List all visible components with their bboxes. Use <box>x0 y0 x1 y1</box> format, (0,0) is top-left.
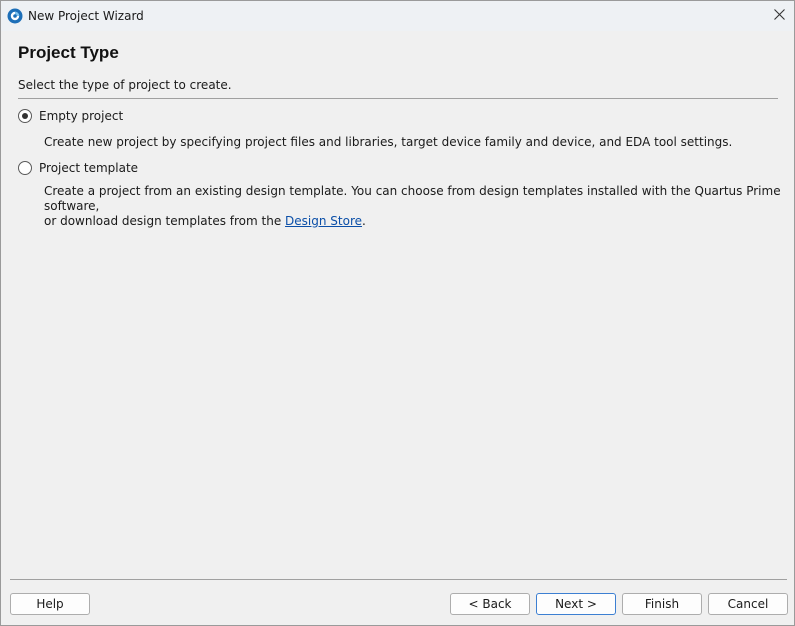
project-template-radio[interactable]: Project template <box>18 161 138 175</box>
next-button[interactable]: Next > <box>536 593 616 615</box>
close-icon <box>773 9 785 23</box>
help-button[interactable]: Help <box>10 593 90 615</box>
project-template-description: Create a project from an existing design… <box>44 184 794 229</box>
radio-button-unchecked[interactable] <box>18 161 32 175</box>
radio-button-checked[interactable] <box>18 109 32 123</box>
title-bar: New Project Wizard <box>1 1 794 31</box>
design-store-link[interactable]: Design Store <box>285 214 362 228</box>
description-prefix: or download design templates from the <box>44 214 286 228</box>
radio-dot <box>22 113 28 119</box>
footer-divider <box>10 579 787 580</box>
project-template-description-line2: or download design templates from the De… <box>44 214 794 229</box>
empty-project-label: Empty project <box>39 109 124 123</box>
header-divider <box>18 98 778 99</box>
page-subtitle: Select the type of project to create. <box>18 78 232 92</box>
cancel-button[interactable]: Cancel <box>708 593 788 615</box>
window-title: New Project Wizard <box>28 9 144 23</box>
page-title: Project Type <box>18 43 119 62</box>
finish-button[interactable]: Finish <box>622 593 702 615</box>
empty-project-description: Create new project by specifying project… <box>44 135 733 149</box>
empty-project-radio[interactable]: Empty project <box>18 109 123 123</box>
project-template-label: Project template <box>39 161 139 175</box>
app-logo-icon <box>7 8 23 24</box>
description-suffix: . <box>362 214 366 228</box>
back-button[interactable]: < Back <box>450 593 530 615</box>
wizard-window: New Project Wizard Project Type Select t… <box>0 0 795 626</box>
close-button[interactable] <box>764 1 794 31</box>
project-template-description-line1: Create a project from an existing design… <box>44 184 781 213</box>
